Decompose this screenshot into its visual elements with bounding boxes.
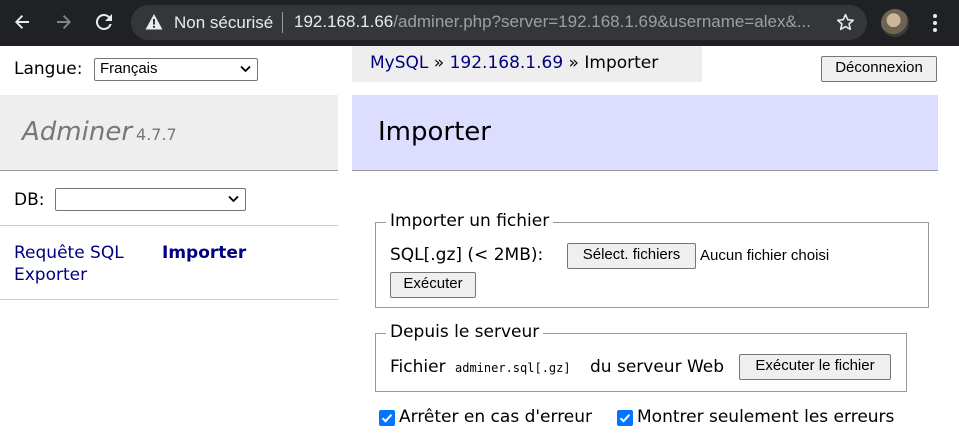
brand-logo[interactable]: Adminer 4.7.7	[22, 117, 177, 147]
warning-icon[interactable]	[145, 13, 163, 31]
brand-header: Adminer 4.7.7	[0, 95, 338, 171]
bookmark-star-icon[interactable]	[835, 12, 856, 33]
language-label: Langue:	[14, 59, 83, 79]
chevron-down-icon	[228, 195, 239, 203]
address-bar[interactable]: Non sécurisé 192.168.1.66/adminer.php?se…	[131, 5, 867, 40]
stop-on-error-checkbox[interactable]	[379, 410, 395, 426]
sql-command-link[interactable]: Requête SQL	[14, 243, 124, 263]
db-select[interactable]	[55, 188, 246, 211]
server-file-suffix: du serveur Web	[590, 357, 725, 377]
server-import-legend: Depuis le serveur	[386, 322, 544, 342]
language-selected-value: Français	[100, 60, 158, 77]
chevron-down-icon	[240, 65, 251, 73]
breadcrumb-separator: »	[428, 53, 450, 73]
execute-button[interactable]: Exécuter	[390, 272, 476, 298]
only-errors-checkbox[interactable]	[617, 410, 633, 426]
execute-file-button[interactable]: Exécuter le fichier	[739, 354, 891, 380]
server-file-prefix: Fichier	[390, 357, 446, 377]
breadcrumb-separator: »	[563, 53, 585, 73]
server-filename: adminer.sql[.gz]	[455, 361, 571, 375]
no-file-chosen-text: Aucun fichier choisi	[700, 247, 830, 264]
upload-legend: Importer un fichier	[386, 211, 554, 231]
sql-file-label: SQL[.gz] (< 2MB):	[390, 245, 544, 265]
more-menu-icon[interactable]	[925, 9, 945, 37]
server-import-fieldset: Depuis le serveur Fichier adminer.sql[.g…	[375, 322, 907, 392]
logout-button[interactable]: Déconnexion	[821, 56, 937, 82]
breadcrumb: MySQL » 192.168.1.69 » Importer	[352, 46, 702, 82]
page-title: Importer	[378, 117, 491, 147]
omnibox-divider	[282, 12, 283, 33]
checkmark-icon	[381, 414, 393, 423]
only-errors-label[interactable]: Montrer seulement les erreurs	[637, 407, 894, 427]
brand-version: 4.7.7	[136, 125, 177, 144]
security-status[interactable]: Non sécurisé	[174, 13, 273, 33]
upload-fieldset: Importer un fichier SQL[.gz] (< 2MB): Sé…	[375, 211, 929, 308]
breadcrumb-server-link[interactable]: 192.168.1.69	[450, 53, 564, 73]
url-host: 192.168.1.66	[294, 12, 394, 31]
browser-toolbar: Non sécurisé 192.168.1.66/adminer.php?se…	[0, 0, 959, 46]
choose-files-button[interactable]: Sélect. fichiers	[567, 243, 696, 269]
checkmark-icon	[619, 414, 631, 423]
profile-avatar[interactable]	[881, 9, 909, 37]
reload-icon[interactable]	[90, 8, 118, 36]
divider	[0, 299, 338, 300]
db-label: DB:	[14, 190, 45, 210]
page-header: Importer	[352, 95, 938, 171]
stop-on-error-label[interactable]: Arrêter en cas d'erreur	[399, 407, 592, 427]
export-link[interactable]: Exporter	[14, 265, 87, 285]
url-text[interactable]: 192.168.1.66/adminer.php?server=192.168.…	[294, 12, 819, 32]
breadcrumb-current: Importer	[584, 53, 659, 73]
url-path: /adminer.php?server=192.168.1.69&usernam…	[393, 12, 811, 31]
forward-arrow-icon[interactable]	[50, 8, 78, 36]
breadcrumb-system-link[interactable]: MySQL	[370, 53, 428, 73]
language-select[interactable]: Français	[94, 58, 258, 81]
brand-name: Adminer	[22, 117, 133, 147]
import-link[interactable]: Importer	[162, 243, 246, 263]
back-arrow-icon[interactable]	[8, 8, 36, 36]
divider	[0, 225, 338, 226]
